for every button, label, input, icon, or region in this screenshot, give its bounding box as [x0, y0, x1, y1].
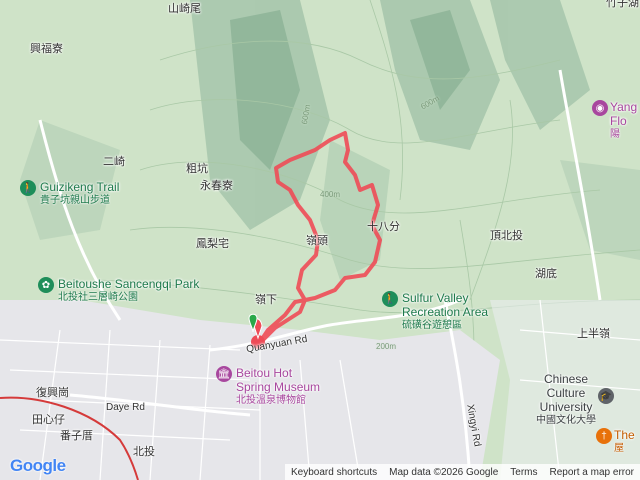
- flower-icon: ✿: [38, 277, 54, 293]
- poi-the[interactable]: † The 屋: [596, 428, 635, 456]
- poi-guizikeng-trail[interactable]: 🚶 Guizikeng Trail 貴子坑親山步道: [20, 180, 119, 208]
- museum-icon: 🏛: [216, 366, 232, 382]
- poi-beitoushe-park[interactable]: ✿ Beitoushe Sancengqi Park 北投社三層崎公園: [38, 277, 199, 305]
- restaurant-icon: †: [596, 428, 612, 444]
- road-label-daye: Daye Rd: [106, 402, 145, 413]
- poi-subtitle: 北投溫泉博物館: [236, 395, 306, 406]
- poi-beitou-hot-spring-museum[interactable]: 🏛 Beitou Hot Spring Museum 北投溫泉博物館: [216, 366, 320, 408]
- poi-name: Beitou Hot: [236, 366, 293, 380]
- terms-link[interactable]: Terms: [504, 467, 543, 478]
- poi-name: Guizikeng Trail: [40, 180, 120, 194]
- google-logo: Google: [10, 456, 66, 476]
- poi-name-line3: University: [539, 400, 593, 414]
- poi-subtitle: 貴子坑親山步道: [40, 195, 110, 206]
- poi-name: Chinese: [543, 372, 589, 386]
- contour-label-400: 400m: [320, 190, 341, 199]
- place-label-hudi: 湖底: [535, 268, 557, 280]
- attribution-bar: Keyboard shortcuts Map data ©2026 Google…: [284, 464, 640, 480]
- place-label-fuxinggang: 復興崗: [36, 387, 69, 399]
- place-label-yongchunliao: 永春寮: [200, 180, 233, 192]
- poi-yang[interactable]: ◉ Yang Flo 陽: [592, 100, 637, 142]
- hiking-icon: 🚶: [382, 291, 398, 307]
- place-label-zhuzihu: 竹子湖: [606, 0, 639, 9]
- place-label-shangbanling: 上半嶺: [577, 328, 610, 340]
- poi-subtitle: 陽: [610, 129, 620, 140]
- poi-name-line2: Flo: [610, 114, 627, 128]
- contour-label-200: 200m: [376, 342, 397, 351]
- poi-name: Sulfur Valley: [402, 291, 469, 305]
- poi-subtitle: 北投社三層崎公園: [58, 292, 138, 303]
- camera-icon: ◉: [592, 100, 608, 116]
- map-data-text: Map data ©2026 Google: [389, 466, 499, 478]
- poi-name: Beitoushe Sancengqi Park: [58, 277, 200, 291]
- hiking-icon: 🚶: [20, 180, 36, 196]
- place-label-lingxia: 嶺下: [255, 294, 277, 306]
- place-label-dingbeitou: 頂北投: [490, 230, 523, 242]
- poi-subtitle: 屋: [614, 443, 624, 454]
- place-label-beitou: 北投: [133, 446, 155, 458]
- google-logo-text: Google: [10, 456, 66, 475]
- poi-name: Yang: [610, 100, 638, 114]
- keyboard-shortcuts-link[interactable]: Keyboard shortcuts: [285, 467, 383, 478]
- poi-subtitle: 中國文化大學: [536, 415, 596, 426]
- place-label-lingtou: 嶺頭: [306, 235, 328, 247]
- place-label-shanqiwei: 山崎尾: [168, 3, 201, 15]
- place-label-shibafen: 十八分: [367, 221, 400, 233]
- place-label-cukeng: 粗坑: [186, 163, 208, 175]
- poi-name: The: [614, 428, 635, 442]
- poi-subtitle: 硫磺谷遊憩區: [402, 320, 462, 331]
- place-label-xingfuliao: 興福寮: [30, 43, 63, 55]
- report-map-error-link[interactable]: Report a map error: [544, 467, 640, 478]
- poi-name-line2: Spring Museum: [236, 380, 321, 394]
- place-label-tianxinzai: 田心仔: [32, 414, 65, 426]
- poi-chinese-culture-university[interactable]: Chinese Culture University 中國文化大學 🎓: [536, 372, 614, 428]
- poi-name-line2: Culture: [546, 386, 586, 400]
- poi-name-line2: Recreation Area: [402, 305, 489, 319]
- poi-sulfur-valley[interactable]: 🚶 Sulfur Valley Recreation Area 硫磺谷遊憩區: [382, 291, 488, 333]
- school-icon: 🎓: [598, 388, 614, 404]
- place-label-erqi: 二崎: [103, 156, 125, 168]
- place-label-fanzicuo: 番子厝: [60, 430, 93, 442]
- place-label-fengliizhai: 鳳梨宅: [196, 238, 229, 250]
